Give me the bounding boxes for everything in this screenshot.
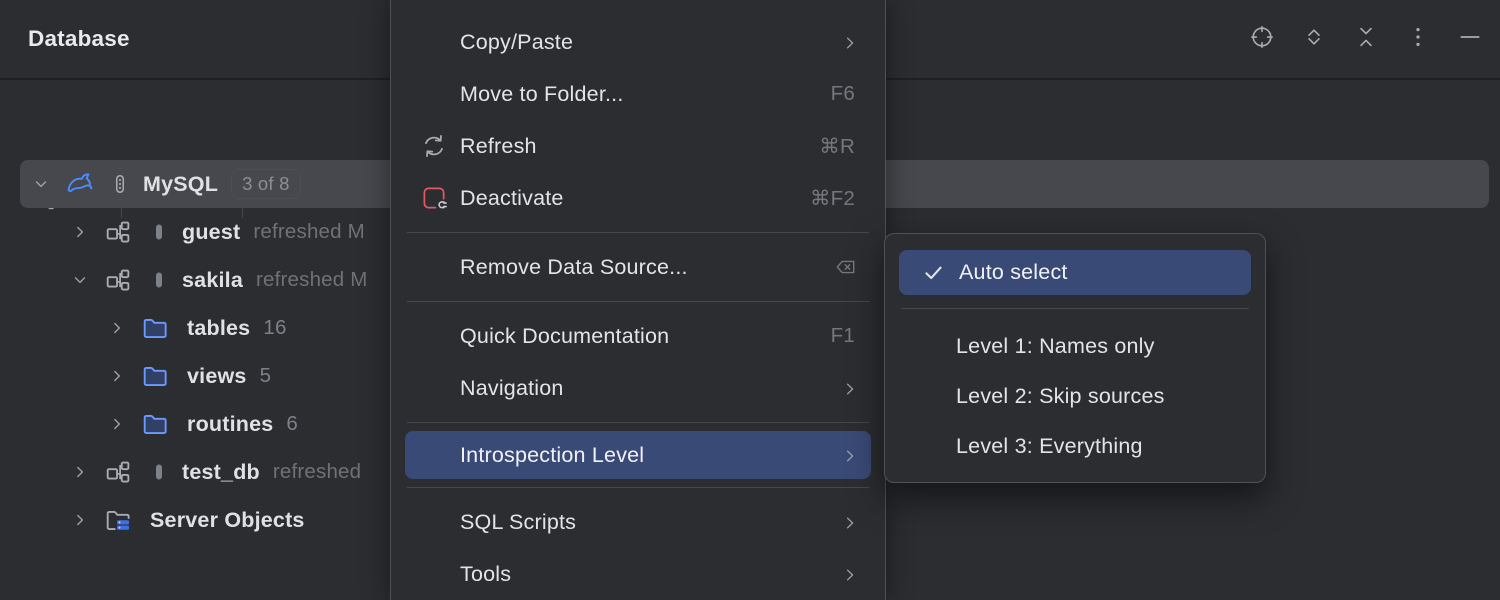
menu-item-label: Navigation (460, 376, 841, 401)
menu-item-shortcut: F1 (831, 324, 855, 348)
menu-item-label: Remove Data Source... (460, 255, 832, 280)
menu-item-label: Move to Folder... (460, 82, 831, 107)
tree-item-label: views (187, 364, 247, 389)
page-title: Database (28, 0, 130, 78)
schema-icon (103, 217, 133, 247)
menu-item-shortcut: ⌘R (819, 134, 855, 159)
deactivate-icon (420, 184, 448, 212)
context-menu: Copy/PasteMove to Folder...F6Refresh⌘RDe… (390, 0, 886, 600)
menu-item-copy-paste[interactable]: Copy/Paste (391, 16, 885, 68)
menu-item-label: Introspection Level (460, 443, 841, 468)
locate-opened-element-button[interactable] (1246, 23, 1278, 55)
mysql-dolphin-icon (64, 169, 94, 199)
chevron-right-icon[interactable] (70, 510, 90, 530)
checkmark-icon (921, 260, 946, 285)
server-objects-folder-icon (103, 505, 133, 535)
menu-item-navigation[interactable]: Navigation (391, 362, 885, 414)
menu-item-label: Refresh (460, 134, 819, 159)
refresh-status-text: refreshed (273, 460, 361, 484)
introspection-level-submenu: Auto select Level 1: Names only Level 2: S… (884, 233, 1266, 483)
refresh-status-text: refreshed M (256, 268, 368, 292)
collapse-all-button[interactable] (1350, 23, 1382, 55)
hide-tool-window-button[interactable] (1454, 23, 1486, 55)
menu-separator (407, 301, 869, 302)
tree-item-label: tables (187, 316, 250, 341)
folder-icon (140, 361, 170, 391)
tree-item-label: test_db (182, 460, 260, 485)
collapse-all-icon (1353, 24, 1379, 55)
submenu-item-label: Level 3: Everything (956, 434, 1143, 459)
pill-marker-icon (147, 460, 171, 484)
item-count: 6 (286, 412, 298, 436)
menu-item-label: Quick Documentation (460, 324, 831, 349)
folder-icon (140, 409, 170, 439)
introspected-count-badge: 3 of 8 (231, 169, 301, 199)
tree-item-label: sakila (182, 268, 243, 293)
expand-all-button[interactable] (1298, 23, 1330, 55)
menu-item-shortcut: ⌘F2 (810, 186, 855, 211)
window-controls (1246, 0, 1486, 78)
more-vertical-icon (1405, 24, 1431, 55)
submenu-arrow-icon (841, 33, 859, 51)
submenu-arrow-icon (841, 513, 859, 531)
chevron-right-icon[interactable] (70, 222, 90, 242)
menu-item-label: Deactivate (460, 186, 810, 211)
tree-item-label: guest (182, 220, 240, 245)
menu-separator (407, 422, 869, 423)
submenu-arrow-icon (841, 379, 859, 397)
menu-item-shortcut: F6 (831, 82, 855, 106)
pill-marker-icon (147, 268, 171, 292)
submenu-item-label: Level 1: Names only (956, 334, 1155, 359)
forward-delete-icon (832, 255, 859, 279)
submenu-arrow-icon (841, 446, 859, 464)
menu-item-introspection-level[interactable]: Introspection Level (405, 431, 871, 479)
submenu-item-level-1-names-only[interactable]: Level 1: Names only (885, 321, 1265, 371)
item-count: 16 (263, 316, 286, 340)
chevron-right-icon[interactable] (107, 414, 127, 434)
chevron-right-icon[interactable] (107, 366, 127, 386)
item-count: 5 (260, 364, 272, 388)
refresh-status-text: refreshed M (253, 220, 365, 244)
locate-target-icon (1249, 24, 1275, 55)
menu-item-deactivate[interactable]: Deactivate⌘F2 (391, 172, 885, 224)
submenu-item-level-2-skip-sources[interactable]: Level 2: Skip sources (885, 371, 1265, 421)
menu-item-label: SQL Scripts (460, 510, 841, 535)
menu-separator (407, 232, 869, 233)
chevron-down-icon[interactable] (70, 270, 90, 290)
menu-separator (407, 487, 869, 488)
menu-item-label: Tools (460, 562, 841, 587)
folder-icon (140, 313, 170, 343)
submenu-item-label: Auto select (959, 260, 1068, 285)
chevron-right-icon[interactable] (107, 318, 127, 338)
tool-window-options-button[interactable] (1402, 23, 1434, 55)
refresh-icon (420, 132, 448, 160)
schema-icon (103, 457, 133, 487)
chevron-right-icon[interactable] (70, 462, 90, 482)
submenu-item-label: Level 2: Skip sources (956, 384, 1165, 409)
menu-item-sql-scripts[interactable]: SQL Scripts (391, 496, 885, 548)
tree-item-label: MySQL (143, 172, 218, 197)
submenu-item-auto-select[interactable]: Auto select (899, 250, 1251, 295)
expand-all-icon (1301, 24, 1327, 55)
submenu-arrow-icon (841, 565, 859, 583)
tree-item-label: Server Objects (150, 508, 305, 533)
tree-item-label: routines (187, 412, 273, 437)
menu-item-tools[interactable]: Tools (391, 548, 885, 600)
menu-item-refresh[interactable]: Refresh⌘R (391, 120, 885, 172)
database-tool-window: Database DI MySQL3 of 8guestrefreshed Ms… (0, 0, 1500, 600)
connection-pill-icon (108, 172, 132, 196)
menu-item-move-to-folder[interactable]: Move to Folder...F6 (391, 68, 885, 120)
menu-separator (901, 308, 1249, 309)
pill-marker-icon (147, 220, 171, 244)
submenu-item-level-3-everything[interactable]: Level 3: Everything (885, 421, 1265, 471)
chevron-down-icon[interactable] (31, 174, 51, 194)
menu-item-quick-documentation[interactable]: Quick DocumentationF1 (391, 310, 885, 362)
menu-item-remove-data-source[interactable]: Remove Data Source... (391, 241, 885, 293)
hide-icon (1457, 24, 1483, 55)
schema-icon (103, 265, 133, 295)
menu-item-label: Copy/Paste (460, 30, 841, 55)
